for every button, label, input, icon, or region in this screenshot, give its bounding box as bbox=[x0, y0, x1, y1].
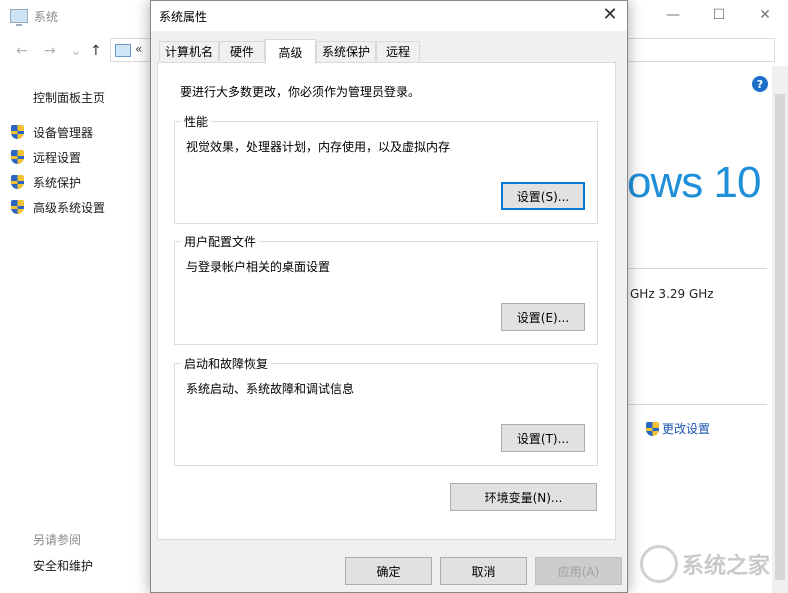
environment-variables-button[interactable]: 环境变量(N)... bbox=[450, 483, 597, 511]
group-description-startup-recovery: 系统启动、系统故障和调试信息 bbox=[186, 382, 355, 396]
control-panel-home-link[interactable]: 控制面板主页 bbox=[33, 89, 105, 106]
watermark: 系统之家 bbox=[640, 540, 778, 588]
admin-notice: 要进行大多数更改，你必须作为管理员登录。 bbox=[180, 85, 421, 99]
shield-icon bbox=[11, 150, 24, 164]
performance-group: 性能 视觉效果，处理器计划，内存使用，以及虚拟内存 设置(S)... bbox=[174, 113, 598, 224]
sidebar-item-system-protection[interactable]: 系统保护 bbox=[33, 174, 81, 191]
user-profiles-group: 用户配置文件 与登录帐户相关的桌面设置 设置(E)... bbox=[174, 233, 598, 345]
divider bbox=[627, 404, 767, 405]
shield-icon bbox=[11, 175, 24, 189]
divider bbox=[627, 268, 767, 269]
group-description-performance: 视觉效果，处理器计划，内存使用，以及虚拟内存 bbox=[186, 140, 451, 154]
computer-icon bbox=[10, 9, 28, 26]
back-arrow-icon[interactable]: ← bbox=[16, 41, 28, 61]
system-window-title: 系统 bbox=[10, 6, 58, 26]
address-chevron[interactable]: « bbox=[135, 42, 142, 56]
group-description-user-profiles: 与登录帐户相关的桌面设置 bbox=[186, 260, 331, 274]
minimize-button[interactable]: — bbox=[650, 0, 696, 30]
sidebar-item-remote-settings[interactable]: 远程设置 bbox=[33, 149, 81, 166]
up-arrow-icon[interactable]: ↑ bbox=[90, 41, 102, 61]
startup-recovery-group: 启动和故障恢复 系统启动、系统故障和调试信息 设置(T)... bbox=[174, 355, 598, 466]
watermark-logo-icon bbox=[640, 545, 678, 583]
group-title-user-profiles: 用户配置文件 bbox=[181, 233, 260, 250]
cpu-speed-text: GHz 3.29 GHz bbox=[630, 287, 714, 301]
scrollbar-thumb[interactable] bbox=[775, 94, 785, 580]
dialog-close-button[interactable]: ✕ bbox=[593, 1, 627, 27]
sidebar-item-device-manager[interactable]: 设备管理器 bbox=[33, 124, 93, 141]
security-maintenance-link[interactable]: 安全和维护 bbox=[33, 557, 93, 574]
tab-advanced[interactable]: 高级 bbox=[265, 39, 316, 64]
change-settings-link[interactable]: 更改设置 bbox=[646, 420, 710, 437]
group-title-performance: 性能 bbox=[181, 113, 212, 130]
tab-remote[interactable]: 远程 bbox=[376, 41, 420, 61]
shield-icon bbox=[11, 125, 24, 139]
system-properties-dialog: 系统属性 ✕ 计算机名 硬件 高级 系统保护 远程 要进行大多数更改，你必须作为… bbox=[150, 0, 628, 593]
dialog-titlebar[interactable]: 系统属性 ✕ bbox=[151, 1, 627, 31]
maximize-button[interactable]: ☐ bbox=[696, 0, 742, 30]
shield-icon bbox=[646, 421, 659, 436]
group-title-startup-recovery: 启动和故障恢复 bbox=[181, 355, 272, 372]
system-window-title-text: 系统 bbox=[34, 9, 59, 24]
startup-recovery-settings-button[interactable]: 设置(T)... bbox=[501, 424, 585, 452]
performance-settings-button[interactable]: 设置(S)... bbox=[501, 182, 585, 210]
shield-icon bbox=[11, 200, 24, 214]
close-window-button[interactable]: ✕ bbox=[742, 0, 788, 30]
tab-hardware[interactable]: 硬件 bbox=[219, 41, 265, 61]
help-icon[interactable]: ? bbox=[752, 76, 768, 92]
apply-button[interactable]: 应用(A) bbox=[535, 557, 622, 585]
watermark-text: 系统之家 bbox=[682, 554, 771, 579]
control-panel-icon bbox=[115, 44, 131, 57]
change-settings-label: 更改设置 bbox=[662, 422, 711, 436]
user-profiles-settings-button[interactable]: 设置(E)... bbox=[501, 303, 585, 331]
dialog-title: 系统属性 bbox=[159, 10, 208, 24]
scrollbar[interactable] bbox=[772, 66, 788, 593]
tab-system-protection[interactable]: 系统保护 bbox=[316, 41, 376, 61]
sidebar-item-advanced-settings[interactable]: 高级系统设置 bbox=[33, 199, 105, 216]
windows-logo-text: ows 10 bbox=[627, 158, 761, 207]
see-also-heading: 另请参阅 bbox=[33, 533, 82, 547]
nav-dropdown-icon: ⌄ bbox=[70, 43, 82, 59]
ok-button[interactable]: 确定 bbox=[345, 557, 432, 585]
forward-arrow-icon[interactable]: → bbox=[44, 41, 56, 61]
advanced-tab-panel: 要进行大多数更改，你必须作为管理员登录。 性能 视觉效果，处理器计划，内存使用，… bbox=[157, 62, 616, 540]
tab-computer-name[interactable]: 计算机名 bbox=[159, 41, 219, 61]
cancel-button[interactable]: 取消 bbox=[440, 557, 527, 585]
